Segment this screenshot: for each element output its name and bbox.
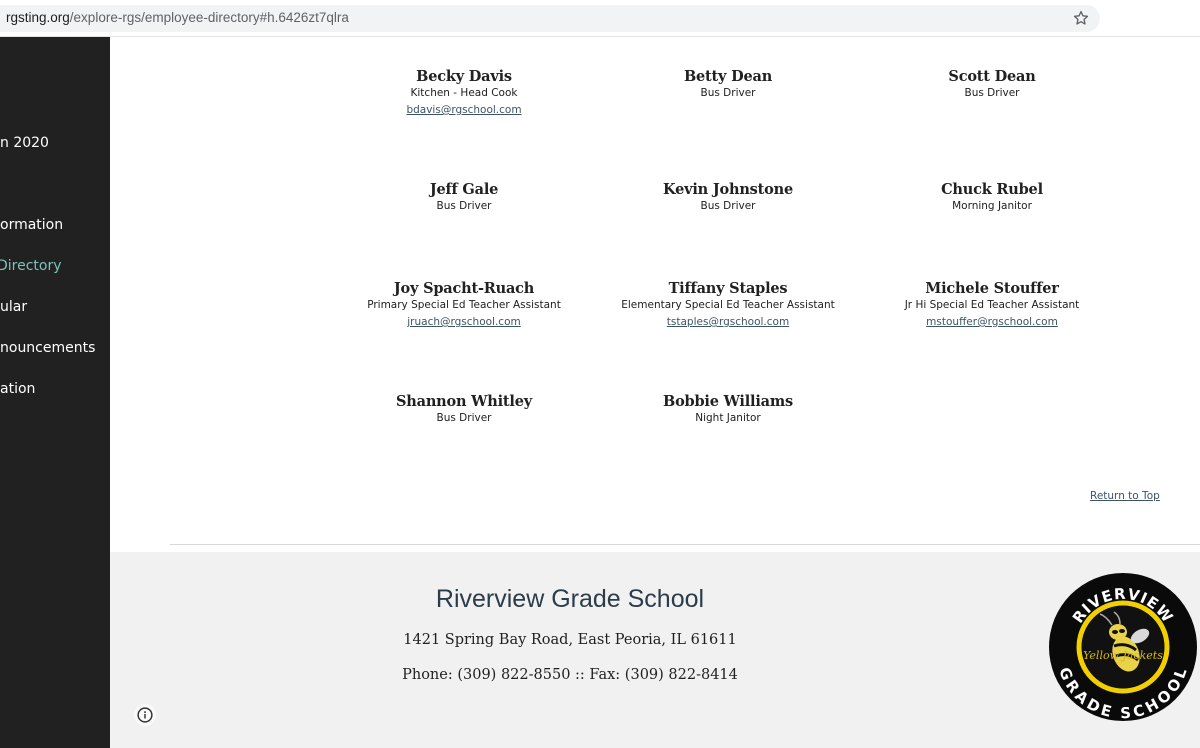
star-icon[interactable] (1072, 9, 1090, 27)
employee-email-link[interactable]: bdavis@rgschool.com (406, 104, 521, 117)
sidebar-nav: n 2020 ormation Directory ular nouncemen… (0, 37, 110, 748)
employee-role: Elementary Special Ed Teacher Assistant (621, 299, 835, 311)
site-footer: Riverview Grade School 1421 Spring Bay R… (110, 552, 1200, 748)
employee-card: Betty Dean Bus Driver (598, 67, 858, 100)
footer-divider (170, 544, 1200, 545)
employee-card: Jeff Gale Bus Driver (334, 180, 594, 213)
employee-name: Bobbie Williams (663, 393, 793, 410)
employee-card: Shannon Whitley Bus Driver (334, 392, 594, 425)
return-to-top-link[interactable]: Return to Top (1090, 490, 1160, 502)
employee-role: Bus Driver (700, 200, 756, 212)
school-phone-fax: Phone: (309) 822-8550 :: Fax: (309) 822-… (402, 667, 738, 683)
logo-mascot-text: Yellow Jackets (1083, 649, 1163, 662)
employee-name: Kevin Johnstone (663, 181, 793, 198)
employee-name: Scott Dean (948, 68, 1036, 85)
employee-name: Becky Davis (416, 68, 512, 85)
employee-card: Kevin Johnstone Bus Driver (598, 180, 858, 213)
sidebar-item-employee-directory[interactable]: Directory (0, 258, 62, 274)
sidebar-item-announcements[interactable]: nouncements (0, 340, 95, 356)
sidebar-item-information[interactable]: ormation (0, 217, 63, 233)
employee-card: Michele Stouffer Jr Hi Special Ed Teache… (862, 279, 1122, 330)
employee-role: Bus Driver (436, 200, 492, 212)
employee-email-link[interactable]: mstouffer@rgschool.com (926, 316, 1058, 329)
address-bar[interactable]: rgsting.org/explore-rgs/employee-directo… (0, 5, 1100, 32)
employee-role: Jr Hi Special Ed Teacher Assistant (904, 299, 1080, 311)
employee-card: Joy Spacht-Ruach Primary Special Ed Teac… (334, 279, 594, 330)
employee-card: Tiffany Staples Elementary Special Ed Te… (598, 279, 858, 330)
employee-role: Kitchen - Head Cook (410, 87, 518, 99)
url-host: rgsting.org (6, 10, 70, 25)
sidebar-item-education[interactable]: ation (0, 381, 35, 397)
employee-name: Shannon Whitley (396, 393, 532, 410)
url-path: /explore-rgs/employee-directory#h.6426zt… (69, 10, 349, 25)
school-address: 1421 Spring Bay Road, East Peoria, IL 61… (403, 632, 737, 648)
employee-name: Tiffany Staples (668, 280, 788, 297)
url-text[interactable]: rgsting.org/explore-rgs/employee-directo… (6, 10, 349, 25)
sidebar-item-covid-2020[interactable]: n 2020 (0, 135, 49, 151)
employee-role: Morning Janitor (952, 200, 1032, 212)
sidebar-item-curricular[interactable]: ular (0, 299, 27, 315)
employee-name: Michele Stouffer (925, 280, 1059, 297)
employee-card: Bobbie Williams Night Janitor (598, 392, 858, 425)
employee-role: Night Janitor (695, 412, 761, 424)
employee-directory: Becky Davis Kitchen - Head Cook bdavis@r… (110, 37, 1200, 552)
school-logo: Yellow Jackets RIVERVIEW GRADE SCHOOL (1049, 573, 1197, 722)
employee-card: Becky Davis Kitchen - Head Cook bdavis@r… (334, 67, 594, 118)
browser-toolbar: rgsting.org/explore-rgs/employee-directo… (0, 0, 1200, 37)
employee-card: Chuck Rubel Morning Janitor (862, 180, 1122, 213)
employee-email-link[interactable]: tstaples@rgschool.com (667, 316, 789, 329)
employee-email-link[interactable]: jruach@rgschool.com (407, 316, 520, 329)
school-name: Riverview Grade School (435, 585, 705, 613)
employee-card: Scott Dean Bus Driver (862, 67, 1122, 100)
employee-name: Chuck Rubel (941, 181, 1043, 198)
employee-role: Bus Driver (436, 412, 492, 424)
employee-role: Primary Special Ed Teacher Assistant (367, 299, 561, 311)
employee-role: Bus Driver (964, 87, 1020, 99)
employee-role: Bus Driver (700, 87, 756, 99)
info-icon[interactable] (134, 704, 156, 726)
employee-name: Betty Dean (683, 68, 773, 85)
employee-name: Joy Spacht-Ruach (393, 280, 535, 297)
employee-name: Jeff Gale (429, 181, 499, 198)
